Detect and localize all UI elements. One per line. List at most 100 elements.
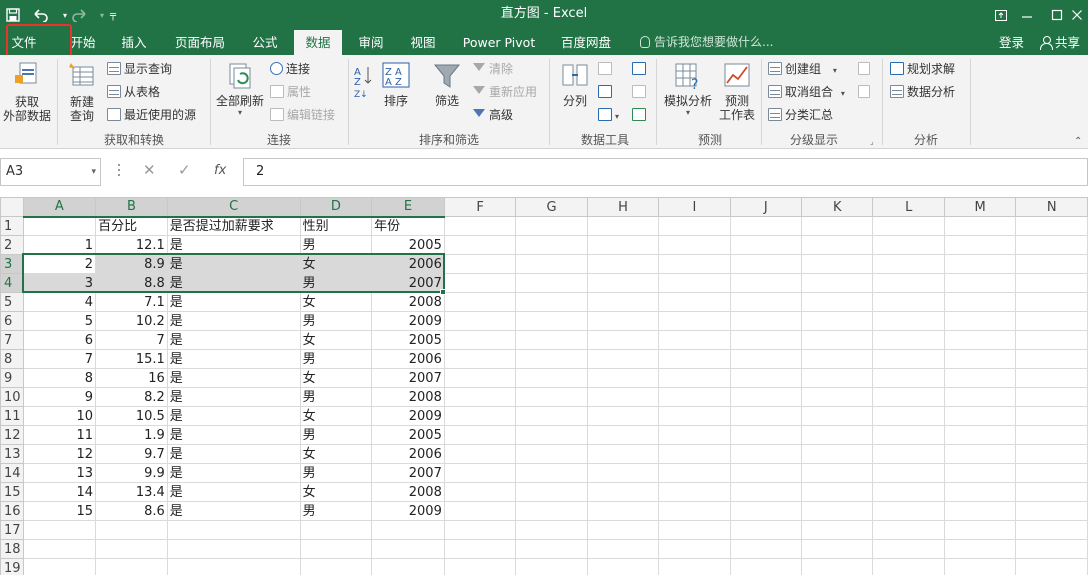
cell[interactable] [586,520,660,540]
cell[interactable] [443,292,517,312]
cell[interactable] [872,539,945,559]
sort-ascending-button[interactable]: A Z Z↓ [351,63,375,103]
cell[interactable] [1015,501,1088,521]
cell[interactable]: 4 [22,292,97,312]
cell[interactable] [729,520,803,540]
cell[interactable] [872,368,945,388]
row-header[interactable]: 2 [0,235,24,255]
cell[interactable] [801,463,874,483]
cell[interactable]: 是 [166,425,301,445]
column-header-l[interactable]: L [872,197,945,217]
cell[interactable] [801,425,874,445]
cell[interactable]: 是 [166,292,301,312]
cell[interactable] [658,235,731,255]
cell[interactable] [586,330,660,350]
cell[interactable] [515,311,588,331]
column-header-e[interactable]: E [371,197,445,218]
cell[interactable] [943,501,1017,521]
cell[interactable] [515,216,588,236]
row-header[interactable]: 18 [0,539,24,559]
row-header[interactable]: 4 [0,273,25,293]
cell[interactable] [586,444,660,464]
row-header[interactable]: 17 [0,520,24,540]
tab-view[interactable]: 视图 [402,30,444,55]
cell[interactable] [658,539,731,559]
data-validation-button[interactable]: ▾ [598,107,619,123]
cell[interactable] [443,558,517,575]
cell[interactable] [586,273,660,293]
cell[interactable] [943,349,1017,369]
show-queries-button[interactable]: 显示查询 [107,61,172,77]
cell[interactable] [1015,444,1088,464]
cell[interactable] [515,463,588,483]
cell[interactable] [515,558,588,575]
cell[interactable]: 7.1 [95,292,168,312]
row-header[interactable]: 19 [0,558,24,575]
row-header[interactable]: 9 [0,368,24,388]
row-header[interactable]: 15 [0,482,24,502]
name-box-dropdown-icon[interactable]: ▾ [91,159,96,185]
cell[interactable]: 是 [166,482,301,502]
cell[interactable]: 2005 [371,235,445,255]
column-header-j[interactable]: J [729,197,803,217]
cell[interactable]: 12 [22,444,97,464]
cell[interactable]: 2009 [371,311,445,331]
cancel-icon[interactable]: ✕ [143,161,156,179]
column-header-m[interactable]: M [943,197,1017,217]
cell[interactable] [515,330,588,350]
cell[interactable] [515,539,588,559]
cell[interactable] [586,558,660,575]
cell[interactable]: 10.5 [95,406,168,426]
cell[interactable] [658,368,731,388]
tab-file[interactable]: 文件 [4,30,44,55]
cell[interactable] [658,444,731,464]
cell[interactable] [943,539,1017,559]
cell[interactable]: 年份 [371,216,445,236]
cell[interactable] [1015,216,1088,236]
cell[interactable] [943,254,1017,274]
cell[interactable] [801,387,874,407]
cell[interactable] [729,273,803,293]
cell[interactable] [729,539,803,559]
cell[interactable] [729,482,803,502]
show-detail-button[interactable] [858,61,873,77]
cell[interactable] [166,520,301,540]
cell[interactable] [1015,349,1088,369]
cell[interactable] [95,520,168,540]
cell[interactable] [658,216,731,236]
cell[interactable] [658,330,731,350]
cell[interactable] [658,273,731,293]
cell[interactable]: 男 [299,387,373,407]
cell[interactable] [943,292,1017,312]
tab-home[interactable]: 开始 [62,30,104,55]
cell[interactable] [1015,273,1088,293]
cell[interactable]: 是 [166,330,301,350]
column-header-i[interactable]: I [658,197,731,217]
tab-baidu-netdisk[interactable]: 百度网盘 [554,30,618,55]
cell[interactable] [801,292,874,312]
tab-formulas[interactable]: 公式 [244,30,286,55]
cell[interactable] [443,539,517,559]
cell[interactable]: 15.1 [95,349,168,369]
cell[interactable] [943,216,1017,236]
collapse-ribbon-icon[interactable]: ⌃ [1074,134,1082,150]
cell[interactable]: 8.8 [95,273,168,293]
remove-duplicates-button[interactable] [598,84,615,100]
cell[interactable] [943,520,1017,540]
cell[interactable] [515,501,588,521]
connections-button[interactable]: 连接 [270,61,310,77]
cell[interactable]: 2008 [371,482,445,502]
cell[interactable] [1015,520,1088,540]
cell[interactable] [586,425,660,445]
row-header[interactable]: 13 [0,444,24,464]
cell[interactable] [872,558,945,575]
cell[interactable] [729,387,803,407]
cell[interactable]: 6 [22,330,97,350]
formula-input[interactable]: 2 [243,158,1088,186]
cell[interactable] [443,216,517,236]
hide-detail-button[interactable] [858,84,873,100]
cell[interactable]: 2 [22,254,97,274]
cell[interactable]: 是 [166,273,301,293]
cell[interactable]: 10 [22,406,97,426]
cell[interactable]: 2005 [371,330,445,350]
